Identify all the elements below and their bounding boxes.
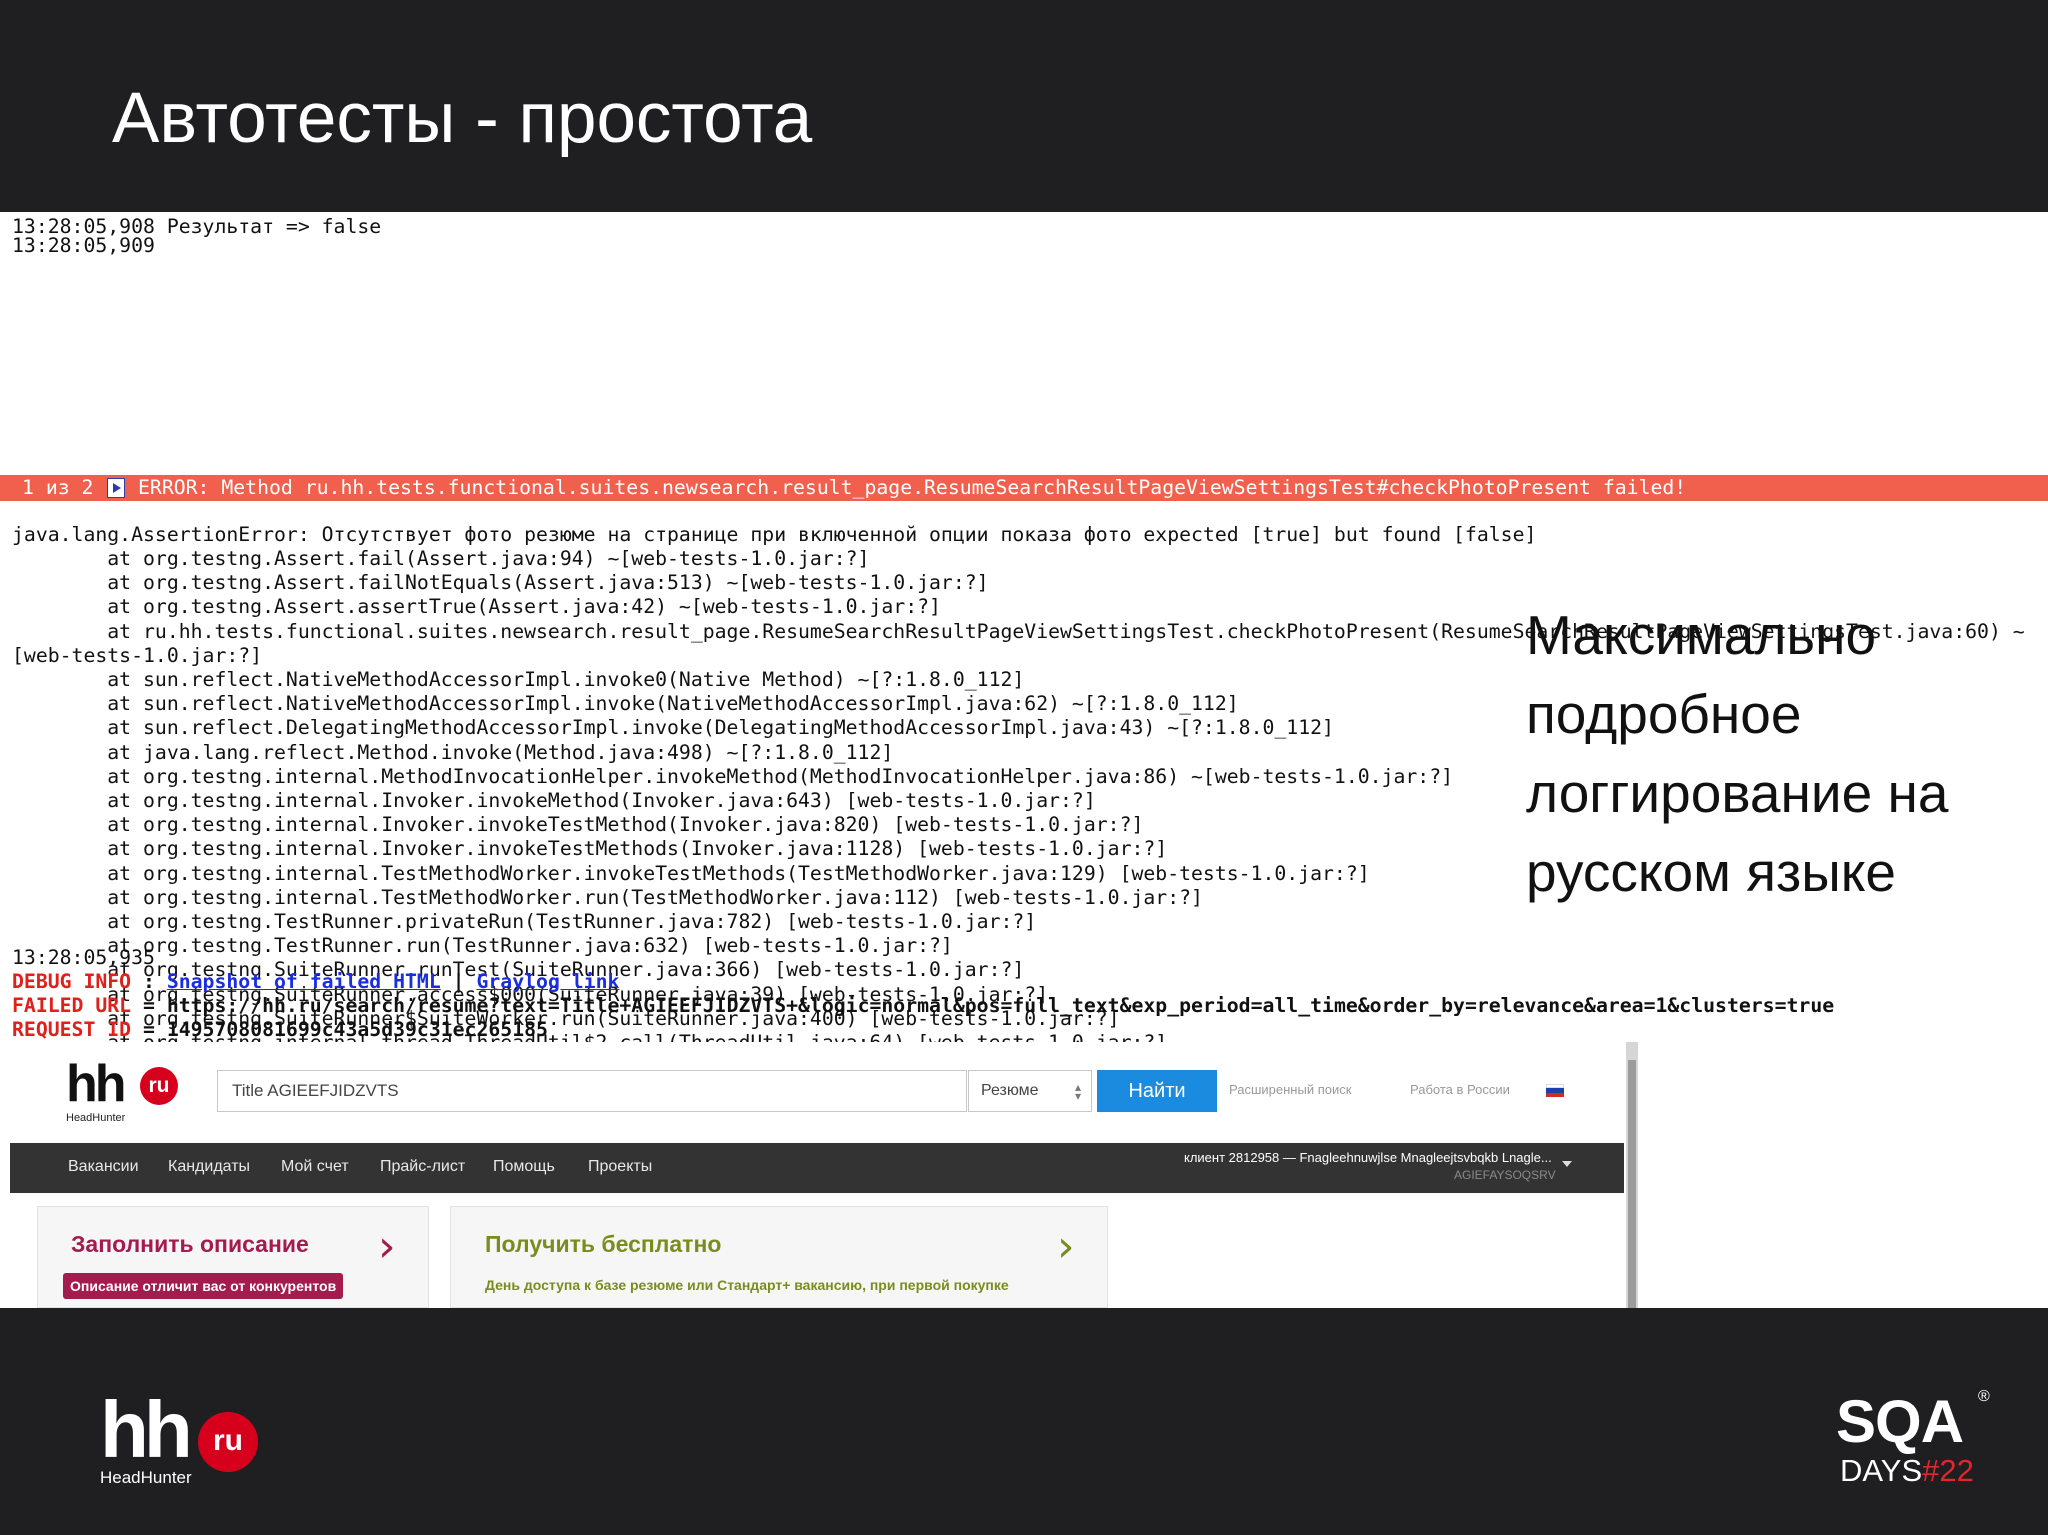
- slide-note-line: Максимально: [1526, 604, 1877, 666]
- nav-item-account[interactable]: Мой счет: [281, 1158, 349, 1176]
- separator: =: [131, 994, 167, 1017]
- assertion-line: java.lang.AssertionError: Отсутствует фо…: [12, 523, 1537, 546]
- request-id-line: REQUEST ID = 1495708081699c43a5d39c31ec2…: [12, 1018, 548, 1042]
- account-name[interactable]: клиент 2812958 — Fnagleehnuwjlse Mnaglee…: [1184, 1150, 1552, 1165]
- next-error-icon[interactable]: [107, 478, 125, 498]
- nav-item-vacancies[interactable]: Вакансии: [68, 1158, 139, 1176]
- search-type-select[interactable]: Резюме ▴ ▾: [968, 1070, 1092, 1112]
- stack-trace-line: at java.lang.reflect.Method.invoke(Metho…: [12, 740, 894, 764]
- slide-footer: [0, 1308, 2048, 1535]
- separator: =: [131, 1018, 167, 1041]
- nav-item-help[interactable]: Помощь: [493, 1158, 555, 1176]
- hh-logo-badge: ru: [140, 1067, 178, 1105]
- failed-url-label: FAILED URL: [12, 994, 132, 1017]
- select-arrows-icon: ▴ ▾: [1074, 1080, 1081, 1103]
- failed-url-value: https://hh.ru/search/resume?text=Title+A…: [166, 994, 1835, 1017]
- nav-item-pricelist[interactable]: Прайс-лист: [380, 1158, 465, 1176]
- debug-info-line: DEBUG INFO : Snapshot of failed HTML | G…: [12, 970, 619, 994]
- footer-logo-hh: hh: [100, 1385, 193, 1474]
- stack-trace-line: at org.testng.internal.Invoker.invokeMet…: [12, 789, 1096, 812]
- find-button[interactable]: Найти: [1097, 1070, 1217, 1112]
- stack-trace-line: at org.testng.Assert.assertTrue(Assert.j…: [12, 595, 941, 619]
- slide-note: Максимально подробное логгирование на ру…: [1526, 596, 1948, 912]
- card-title: Заполнить описание: [71, 1231, 309, 1257]
- stack-trace-line: [web-tests-1.0.jar:?]: [12, 643, 263, 667]
- slide-header: Автотесты - простота: [0, 0, 2048, 212]
- slide-title: Автотесты - простота: [112, 79, 813, 158]
- footer-logo-subtitle: HeadHunter: [100, 1468, 192, 1487]
- search-input-value: Title AGIEEFJIDZVTS: [232, 1081, 399, 1100]
- sqa-days-word: DAYS: [1840, 1453, 1923, 1488]
- site-nav: Вакансии Кандидаты Мой счет Прайс-лист П…: [10, 1143, 1624, 1193]
- chevron-right-icon: ›: [378, 1221, 396, 1272]
- sqa-logo-text: SQA: [1836, 1388, 1964, 1455]
- debug-info-label: DEBUG INFO: [12, 970, 132, 993]
- stack-trace-line: at org.testng.internal.TestMethodWorker.…: [12, 861, 1370, 885]
- card-subtitle: День доступа к базе резюме или Стандарт+…: [485, 1277, 1009, 1293]
- error-message: ERROR: Method ru.hh.tests.functional.sui…: [138, 476, 1687, 499]
- snapshot-link[interactable]: Snapshot of failed HTML: [167, 970, 441, 993]
- card-title: Получить бесплатно: [485, 1231, 722, 1257]
- stack-trace-line: at org.testng.internal.MethodInvocationH…: [12, 764, 1454, 788]
- search-type-value: Резюме: [981, 1082, 1039, 1099]
- nav-item-projects[interactable]: Проекты: [588, 1158, 652, 1176]
- account-dropdown-icon[interactable]: [1562, 1161, 1572, 1167]
- fill-description-card[interactable]: Заполнить описание › Описание отличит ва…: [37, 1206, 429, 1308]
- error-bar: 1 из 2 ERROR: Method ru.hh.tests.functio…: [0, 475, 2048, 501]
- stack-trace-line: at org.testng.Assert.failNotEquals(Asser…: [12, 571, 989, 595]
- account-id: AGIEFAYSOQSRV: [1454, 1168, 1556, 1182]
- hh-logo-text: hh: [66, 1055, 127, 1113]
- search-input[interactable]: Title AGIEEFJIDZVTS: [217, 1070, 967, 1112]
- stack-trace-line: at org.testng.Assert.fail(Assert.java:94…: [12, 547, 870, 570]
- stack-trace-line: at org.testng.internal.Invoker.invokeTes…: [12, 813, 1144, 837]
- site-snapshot: hh ru HeadHunter Title AGIEEFJIDZVTS Рез…: [10, 1042, 1638, 1308]
- stack-trace-line: at org.testng.internal.Invoker.invokeTes…: [12, 837, 1168, 861]
- log-line-timestamp-2: 13:28:05,935: [12, 946, 155, 969]
- scrollbar-thumb[interactable]: [1628, 1060, 1636, 1308]
- request-id-label: REQUEST ID: [12, 1018, 132, 1041]
- get-free-card[interactable]: Получить бесплатно › День доступа к базе…: [450, 1206, 1108, 1308]
- sqa-days-number: #22: [1922, 1453, 1974, 1488]
- separator: :: [131, 970, 167, 993]
- sqa-days-logo: SQA ® DAYS#22: [1836, 1388, 1996, 1492]
- footer-logo-ru: ru: [198, 1412, 258, 1472]
- slide-note-line: русском языке: [1526, 841, 1897, 903]
- slide-note-line: подробное: [1526, 683, 1802, 745]
- chevron-right-icon: ›: [1057, 1221, 1075, 1272]
- stack-trace-line: at sun.reflect.NativeMethodAccessorImpl.…: [12, 692, 1239, 716]
- hh-logo-subtitle: HeadHunter: [66, 1112, 126, 1124]
- separator-pipe: |: [440, 970, 477, 993]
- log-line-timestamp: 13:28:05,909: [12, 234, 155, 257]
- sqa-days-text: DAYS#22: [1840, 1454, 1974, 1488]
- work-in-russia-link[interactable]: Работа в России: [1410, 1082, 1510, 1097]
- stack-trace-line: at sun.reflect.NativeMethodAccessorImpl.…: [12, 668, 1025, 691]
- headhunter-logo: hh ru HeadHunter: [100, 1390, 270, 1490]
- error-counter: 1 из 2: [22, 476, 94, 499]
- stack-trace-line: at sun.reflect.DelegatingMethodAccessorI…: [12, 716, 1334, 740]
- hh-logo[interactable]: hh ru HeadHunter: [66, 1056, 186, 1126]
- card-badge: Описание отличит вас от конкурентов: [63, 1273, 344, 1299]
- russia-flag-icon[interactable]: [1546, 1084, 1564, 1097]
- graylog-link[interactable]: Graylog link: [476, 970, 619, 993]
- stack-trace-line: at org.testng.internal.TestMethodWorker.…: [12, 885, 1203, 909]
- request-id-value: 1495708081699c43a5d39c31ec265185: [166, 1018, 548, 1041]
- failed-url-line: FAILED URL = https://hh.ru/search/resume…: [12, 994, 1834, 1018]
- registered-mark: ®: [1978, 1388, 1990, 1405]
- nav-item-candidates[interactable]: Кандидаты: [168, 1158, 250, 1176]
- slide-note-line: логгирование на: [1526, 762, 1949, 824]
- advanced-search-link[interactable]: Расширенный поиск: [1229, 1082, 1351, 1097]
- stack-trace-line: at org.testng.TestRunner.privateRun(Test…: [12, 910, 1037, 933]
